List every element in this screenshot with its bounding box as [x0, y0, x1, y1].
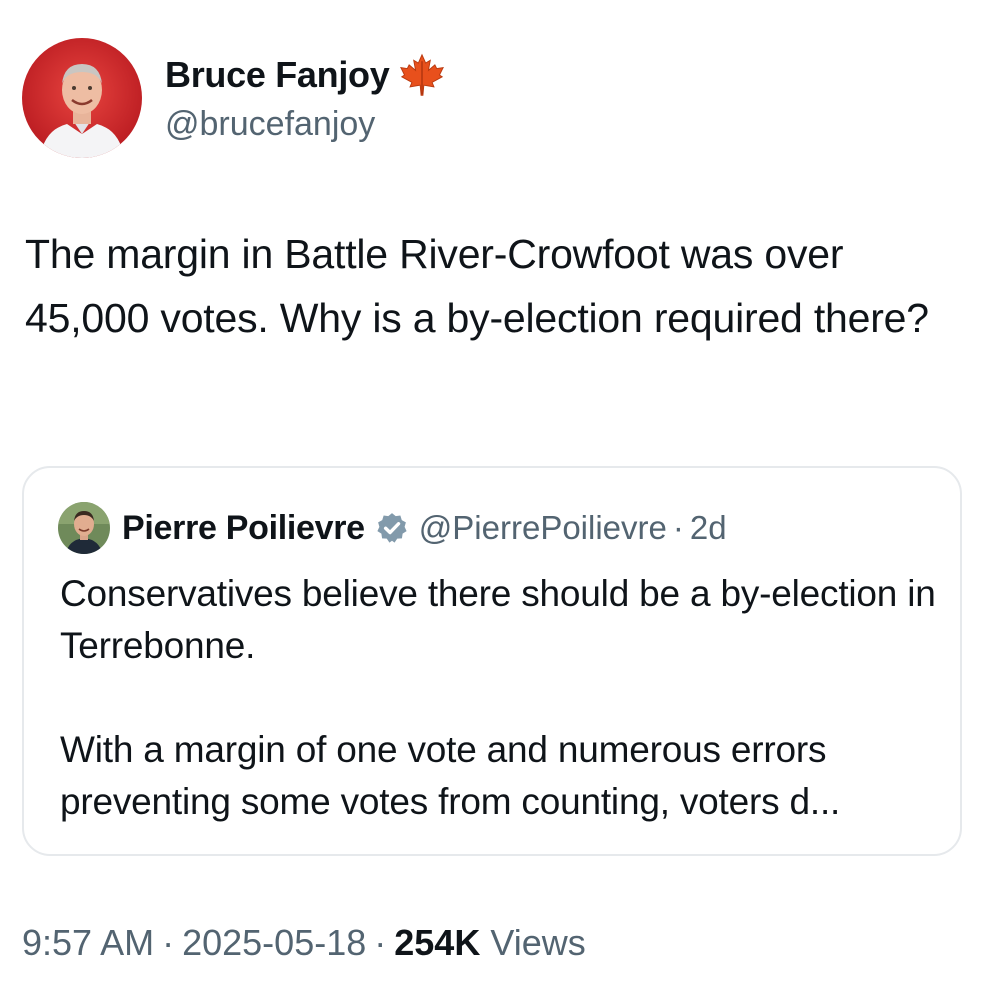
- tweet: Bruce Fanjoy @brucefanjoy The margin in …: [0, 0, 987, 1000]
- avatar-image: [22, 38, 142, 158]
- separator-dot: ·: [162, 922, 175, 963]
- tweet-text: The margin in Battle River-Crowfoot was …: [25, 231, 929, 341]
- views-label: Views: [490, 922, 586, 963]
- author-name[interactable]: Bruce Fanjoy: [165, 52, 445, 98]
- author-handle[interactable]: @brucefanjoy: [165, 103, 375, 145]
- separator-dot: ·: [672, 509, 684, 546]
- tweet-meta: 9:57 AM · 2025-05-18 · 254K Views: [22, 920, 586, 966]
- tweet-date[interactable]: 2025-05-18: [182, 922, 366, 963]
- author-avatar[interactable]: [22, 38, 142, 158]
- quoted-tweet-time[interactable]: 2d: [690, 509, 727, 547]
- quoted-tweet-text: Conservatives believe there should be a …: [60, 568, 940, 828]
- quoted-author-name[interactable]: Pierre Poilievre: [122, 509, 365, 548]
- views-count[interactable]: 254K: [394, 922, 480, 963]
- quoted-author-avatar[interactable]: [58, 502, 110, 554]
- quoted-tweet-header: Pierre Poilievre @PierrePoilievre · 2d: [122, 506, 727, 550]
- quoted-avatar-image: [58, 502, 110, 554]
- verified-badge-icon: [377, 513, 407, 543]
- quoted-paragraph: Conservatives believe there should be a …: [60, 573, 946, 666]
- maple-leaf-icon: [400, 53, 445, 96]
- tweet-time[interactable]: 9:57 AM: [22, 922, 154, 963]
- quoted-author-handle[interactable]: @PierrePoilievre: [419, 509, 667, 547]
- author-name-text: Bruce Fanjoy: [165, 54, 390, 95]
- separator-dot: ·: [374, 922, 387, 963]
- quoted-paragraph: With a margin of one vote and numerous e…: [60, 729, 841, 822]
- quoted-tweet-card[interactable]: Pierre Poilievre @PierrePoilievre · 2d C…: [22, 466, 962, 856]
